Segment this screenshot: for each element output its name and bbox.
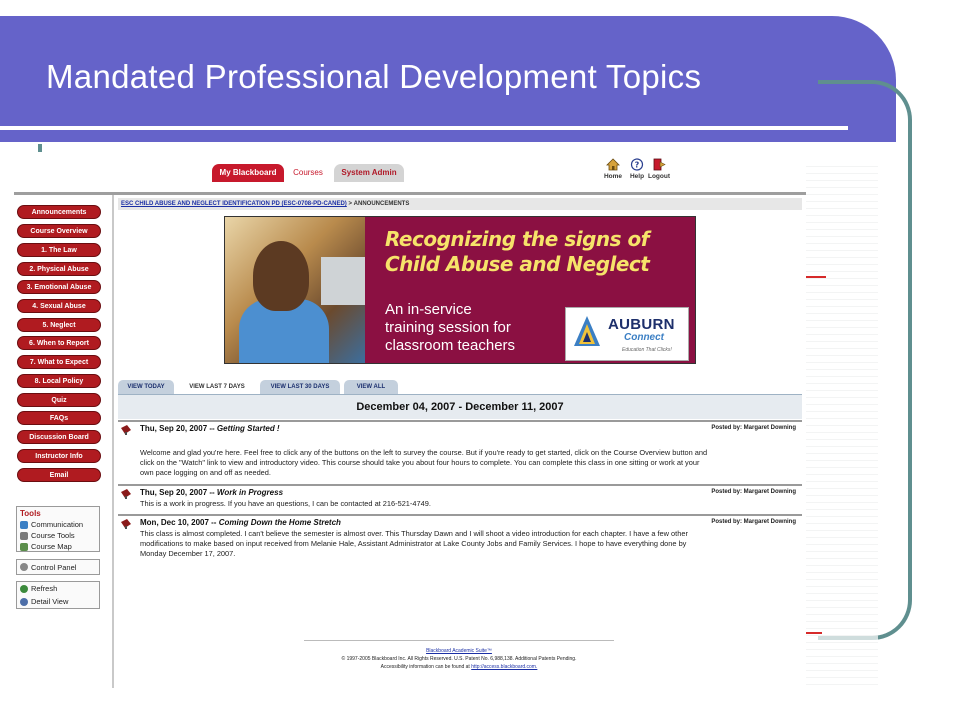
banner-subtitle: An in-service training session for class… — [385, 301, 516, 354]
nav-faqs[interactable]: FAQs — [17, 411, 101, 425]
tool-label: Course Map — [31, 542, 72, 551]
tab-view-today[interactable]: VIEW TODAY — [118, 380, 174, 394]
control-panel-icon — [20, 563, 28, 571]
breadcrumb-course-link[interactable]: ESC CHILD ABUSE AND NEGLECT IDENTIFICATI… — [121, 201, 347, 207]
nav-course-overview[interactable]: Course Overview — [17, 224, 101, 238]
svg-text:?: ? — [635, 161, 640, 170]
tools-box: Tools Communication Course Tools Course … — [16, 506, 100, 552]
control-panel-box[interactable]: Control Panel — [16, 559, 100, 575]
tool-course-tools[interactable]: Course Tools — [17, 530, 99, 541]
red-marker — [806, 632, 822, 634]
nav-instructor-info[interactable]: Instructor Info — [17, 449, 101, 463]
announcement-title: Thu, Sep 20, 2007 -- Getting Started ! — [140, 424, 280, 433]
nav-neglect[interactable]: 5. Neglect — [17, 318, 101, 332]
nav-sexual-abuse[interactable]: 4. Sexual Abuse — [17, 299, 101, 313]
tab-courses[interactable]: Courses — [286, 164, 330, 182]
tab-view-last-30-days[interactable]: VIEW LAST 30 DAYS — [260, 380, 340, 394]
detail-view-icon — [20, 597, 28, 606]
logout-label: Logout — [647, 173, 671, 180]
accessibility-text: Accessibility information can be found a… — [380, 664, 472, 670]
tools-title: Tools — [20, 509, 41, 518]
announcement-body: Welcome and glad you're here. Feel free … — [140, 448, 708, 477]
copyright-text: © 1997-2005 Blackboard Inc. All Rights R… — [341, 656, 577, 662]
announcement-item: Mon, Dec 10, 2007 -- Coming Down the Hom… — [118, 514, 802, 576]
banner-photo — [225, 217, 365, 363]
announcement-poster: Posted by: Margaret Downing — [711, 519, 796, 525]
auburn-connect-logo: AUBURN Connect Education That Clicks! — [565, 307, 689, 361]
tab-view-last-7-days[interactable]: VIEW LAST 7 DAYS — [178, 380, 256, 394]
tool-refresh[interactable]: Refresh — [17, 582, 99, 595]
tab-system-admin[interactable]: System Admin — [334, 164, 404, 182]
nav-email[interactable]: Email — [17, 468, 101, 482]
announcement-icon — [121, 519, 131, 529]
announcement-poster: Posted by: Margaret Downing — [711, 425, 796, 431]
announcement-item: Thu, Sep 20, 2007 -- Getting Started ! P… — [118, 420, 802, 484]
red-marker — [806, 276, 826, 278]
tool-communication[interactable]: Communication — [17, 519, 99, 530]
communication-icon — [20, 520, 28, 529]
course-map-icon — [20, 542, 28, 551]
announcement-title: Mon, Dec 10, 2007 -- Coming Down the Hom… — [140, 518, 341, 527]
control-panel-label: Control Panel — [31, 562, 77, 572]
detail-view-label: Detail View — [31, 597, 69, 606]
nav-when-to-report[interactable]: 6. When to Report — [17, 336, 101, 350]
nav-discussion-board[interactable]: Discussion Board — [17, 430, 101, 444]
date-range-heading: December 04, 2007 - December 11, 2007 — [118, 394, 802, 419]
tool-label: Communication — [31, 520, 84, 529]
tool-control-panel[interactable]: Control Panel — [17, 560, 99, 574]
nav-local-policy[interactable]: 8. Local Policy — [17, 374, 101, 388]
help-icon: ? — [630, 158, 644, 171]
slide-title: Mandated Professional Development Topics — [46, 58, 702, 95]
home-label: Home — [603, 173, 623, 180]
main-content: ESC CHILD ABUSE AND NEGLECT IDENTIFICATI… — [118, 198, 802, 688]
refresh-icon — [20, 584, 28, 593]
view-tabs: VIEW TODAY VIEW LAST 7 DAYS VIEW LAST 30… — [118, 380, 802, 394]
home-button[interactable]: Home — [600, 158, 626, 180]
announcement-poster: Posted by: Margaret Downing — [711, 489, 796, 495]
course-tools-icon — [20, 531, 28, 540]
nav-emotional-abuse[interactable]: 3. Emotional Abuse — [17, 280, 101, 294]
title-underline — [0, 126, 848, 130]
announcement-body: This is a work in progress. If you have … — [140, 499, 431, 508]
nav-the-law[interactable]: 1. The Law — [17, 243, 101, 257]
logout-icon — [653, 158, 666, 171]
logout-button[interactable]: Logout — [646, 158, 672, 180]
tab-my-blackboard[interactable]: My Blackboard — [212, 164, 284, 182]
logo-connect: Connect — [624, 332, 664, 343]
nav-quiz[interactable]: Quiz — [17, 393, 101, 407]
tool-course-map[interactable]: Course Map — [17, 541, 99, 552]
blackboard-screenshot: My Blackboard Courses System Admin Home … — [14, 152, 806, 688]
logo-tagline: Education That Clicks! — [622, 347, 672, 353]
announcement-title: Thu, Sep 20, 2007 -- Work in Progress — [140, 488, 284, 497]
announcement-icon — [121, 489, 131, 499]
logo-name: AUBURN — [608, 316, 675, 333]
help-label: Help — [629, 173, 645, 180]
refresh-label: Refresh — [31, 584, 58, 593]
nav-what-to-expect[interactable]: 7. What to Expect — [17, 355, 101, 369]
breadcrumb-current: ANNOUNCEMENTS — [353, 201, 410, 207]
announcement-item: Thu, Sep 20, 2007 -- Work in Progress Po… — [118, 484, 802, 514]
nav-physical-abuse[interactable]: 2. Physical Abuse — [17, 262, 101, 276]
breadcrumb: ESC CHILD ABUSE AND NEGLECT IDENTIFICATI… — [118, 198, 802, 210]
view-options-box: Refresh Detail View — [16, 581, 100, 609]
background-ruled-area — [806, 160, 878, 686]
accessibility-link[interactable]: http://access.blackboard.com. — [471, 664, 537, 670]
nav-announcements[interactable]: Announcements — [17, 205, 101, 219]
home-icon — [606, 158, 620, 171]
tool-detail-view[interactable]: Detail View — [17, 595, 99, 608]
auburn-logo-icon — [574, 316, 600, 346]
course-menu: Announcements Course Overview 1. The Law… — [14, 195, 114, 688]
suite-link[interactable]: Blackboard Academic Suite™ — [426, 648, 492, 654]
banner-headline: Recognizing the signs of Child Abuse and… — [385, 227, 650, 276]
tool-label: Course Tools — [31, 531, 75, 540]
announcement-body: This class is almost completed. I can't … — [140, 529, 688, 558]
course-banner: Recognizing the signs of Child Abuse and… — [224, 216, 696, 364]
announcement-icon — [121, 425, 131, 435]
page-footer: Blackboard Academic Suite™ © 1997-2005 B… — [304, 640, 614, 671]
tab-view-all[interactable]: VIEW ALL — [344, 380, 398, 394]
top-navigation-bar: My Blackboard Courses System Admin Home … — [14, 152, 806, 195]
breadcrumb-separator: > — [348, 201, 352, 207]
